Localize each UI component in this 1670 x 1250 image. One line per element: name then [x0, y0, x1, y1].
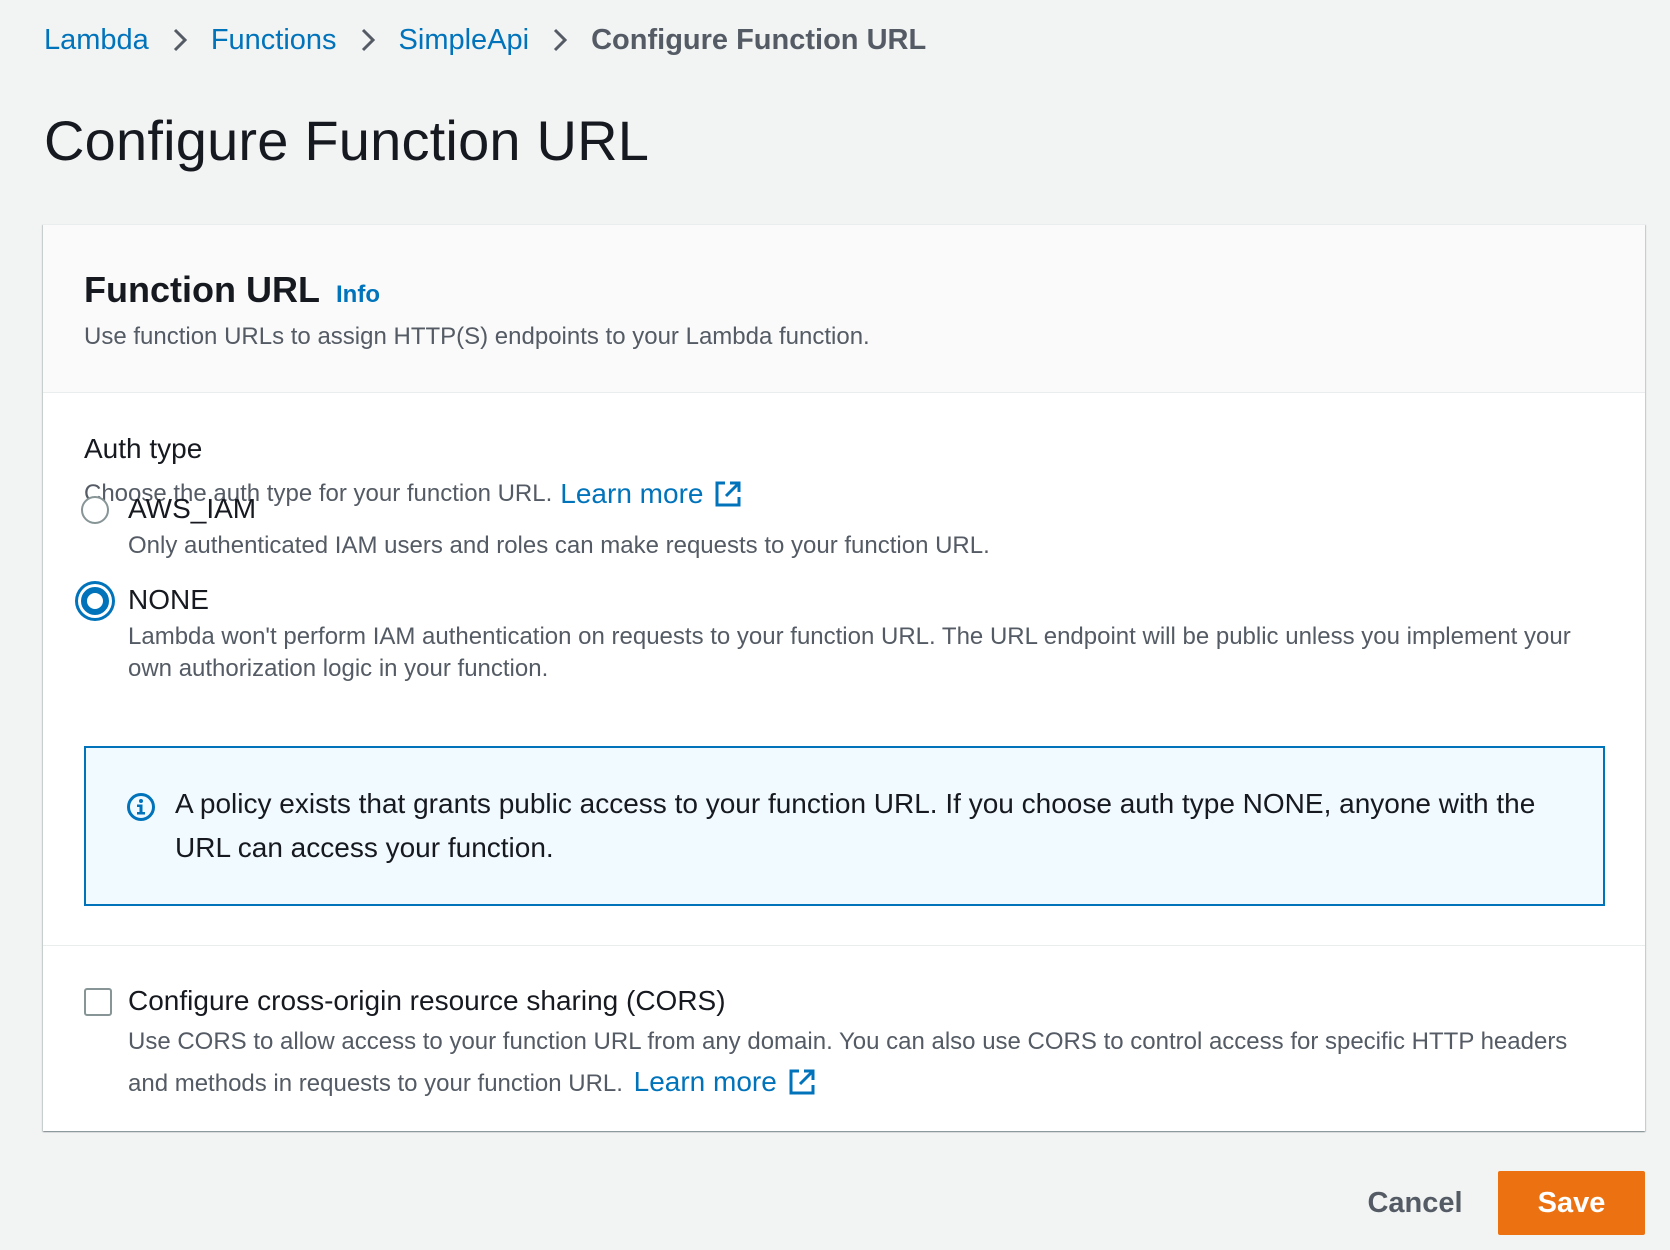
breadcrumb-link-lambda[interactable]: Lambda	[44, 24, 149, 57]
save-button[interactable]: Save	[1498, 1171, 1645, 1235]
info-alert: A policy exists that grants public acces…	[84, 746, 1605, 906]
breadcrumb-link-functions[interactable]: Functions	[211, 24, 337, 57]
radio-aws-iam-label[interactable]: AWS_IAM	[128, 493, 256, 525]
auth-learn-more-link[interactable]: Learn more	[560, 478, 743, 510]
info-link[interactable]: Info	[336, 281, 380, 309]
cors-label[interactable]: Configure cross-origin resource sharing …	[128, 985, 726, 1017]
external-link-icon	[787, 1067, 817, 1097]
page-title: Configure Function URL	[44, 109, 650, 172]
external-link-icon	[713, 479, 743, 509]
cors-description-text: Use CORS to allow access to your functio…	[128, 1028, 1568, 1097]
radio-none[interactable]	[81, 587, 109, 615]
cors-description: Use CORS to allow access to your functio…	[128, 1022, 1608, 1104]
cors-learn-more-label: Learn more	[633, 1066, 777, 1097]
cors-checkbox[interactable]	[84, 988, 112, 1016]
auth-type-label: Auth type	[84, 433, 203, 464]
radio-aws-iam-description: Only authenticated IAM users and roles c…	[128, 532, 990, 559]
chevron-right-icon	[529, 25, 591, 55]
auth-learn-more-label: Learn more	[560, 478, 704, 509]
radio-none-label[interactable]: NONE	[128, 584, 209, 616]
radio-none-description: Lambda won't perform IAM authentication …	[128, 623, 1571, 682]
radio-aws-iam[interactable]	[81, 496, 109, 524]
divider	[43, 945, 1645, 946]
cors-learn-more-link[interactable]: Learn more	[634, 1062, 817, 1102]
cancel-button[interactable]: Cancel	[1340, 1171, 1490, 1235]
panel-header: Function URL Info Use function URLs to a…	[43, 225, 1645, 393]
chevron-right-icon	[337, 25, 399, 55]
function-url-panel: Function URL Info Use function URLs to a…	[43, 224, 1645, 1131]
page: Lambda Functions SimpleApi Configure Fun…	[0, 0, 1670, 1250]
panel-description: Use function URLs to assign HTTP(S) endp…	[84, 323, 870, 350]
breadcrumb-current: Configure Function URL	[591, 23, 927, 56]
info-circle-icon	[127, 793, 155, 821]
breadcrumb-link-simpleapi[interactable]: SimpleApi	[399, 24, 530, 57]
breadcrumb: Lambda Functions SimpleApi Configure Fun…	[44, 20, 926, 60]
chevron-right-icon	[149, 25, 211, 55]
panel-title: Function URL	[84, 269, 320, 310]
alert-text: A policy exists that grants public acces…	[175, 788, 1536, 863]
